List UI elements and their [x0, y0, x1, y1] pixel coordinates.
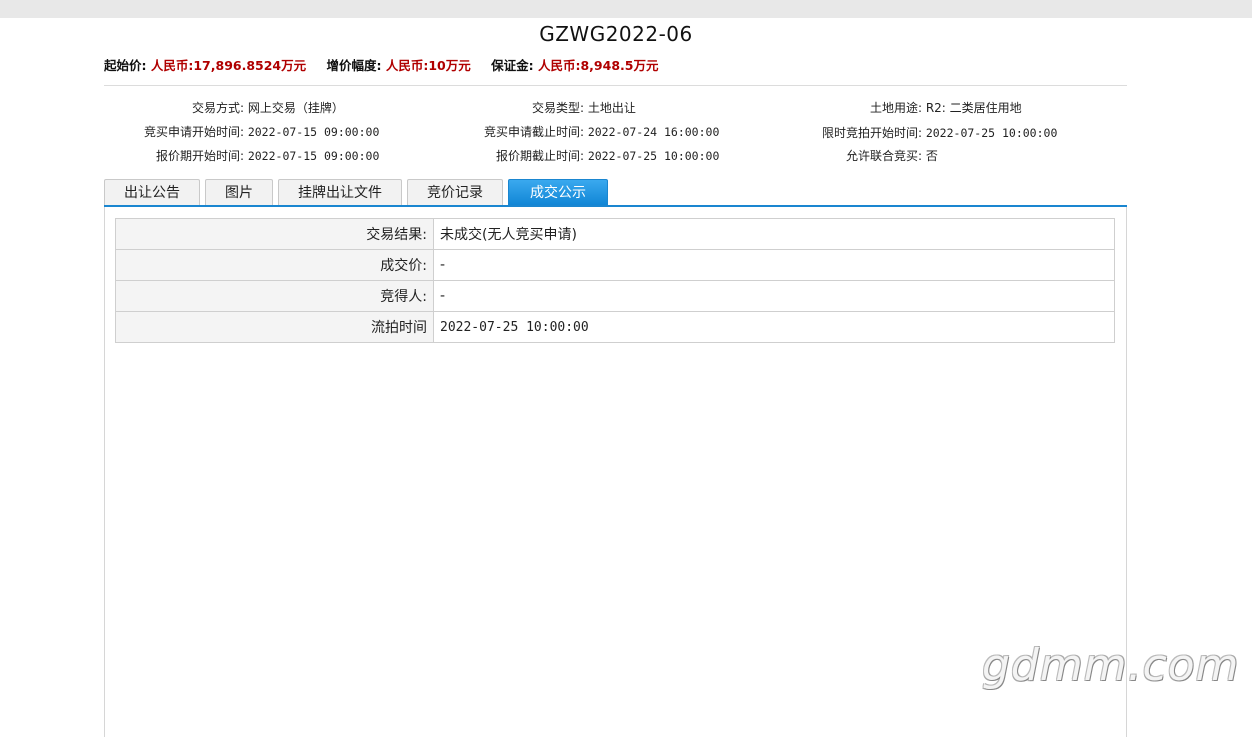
info-quote-start: 报价期开始时间: 2022-07-15 09:00:00: [104, 147, 379, 164]
quote-end-value: 2022-07-25 10:00:00: [587, 149, 720, 163]
info-joint-bid: 允许联合竞买: 否: [782, 147, 938, 164]
quote-end-label: 报价期截止时间:: [495, 149, 584, 163]
deal-price-value: -: [433, 249, 1115, 281]
quote-start-value: 2022-07-15 09:00:00: [247, 149, 380, 163]
tab-bid-records[interactable]: 竞价记录: [407, 179, 503, 205]
info-trade-mode: 交易方式: 网上交易（挂牌）: [104, 99, 344, 116]
deposit-value: 人民币:8,948.5万元: [537, 58, 659, 73]
table-row: 竞得人: -: [115, 280, 1115, 312]
auction-start-label: 限时竞拍开始时间:: [821, 126, 922, 140]
price-summary: 起始价: 人民币:17,896.8524万元 增价幅度: 人民币:10万元 保证…: [104, 56, 674, 76]
winner-value: -: [433, 280, 1115, 312]
deposit-label: 保证金:: [491, 58, 534, 73]
failed-time-label: 流拍时间: [115, 311, 434, 343]
winner-label: 竞得人:: [115, 280, 434, 312]
result-table: 交易结果: 未成交(无人竞买申请) 成交价: - 竞得人: - 流拍时间 202…: [115, 218, 1115, 343]
failed-time-value: 2022-07-25 10:00:00: [440, 320, 589, 335]
top-strip: [0, 0, 1252, 18]
tab-listing-documents[interactable]: 挂牌出让文件: [278, 179, 402, 205]
start-price-label: 起始价:: [104, 58, 147, 73]
apply-end-label: 竞买申请截止时间:: [483, 125, 584, 139]
apply-start-label: 竞买申请开始时间:: [143, 125, 244, 139]
tab-deal-publicity[interactable]: 成交公示: [508, 179, 608, 205]
page-title: GZWG2022-06: [539, 22, 693, 46]
land-use-label: 土地用途:: [869, 101, 922, 115]
trade-mode-label: 交易方式:: [191, 101, 244, 115]
table-row: 流拍时间 2022-07-25 10:00:00: [115, 311, 1115, 343]
info-auction-start: 限时竞拍开始时间: 2022-07-25 10:00:00: [782, 124, 1057, 141]
info-land-use: 土地用途: R2: 二类居住用地: [782, 99, 1022, 116]
trade-mode-value: 网上交易（挂牌）: [247, 101, 344, 115]
land-use-value: R2: 二类居住用地: [925, 101, 1022, 115]
tab-announcement[interactable]: 出让公告: [104, 179, 200, 205]
trade-type-label: 交易类型:: [531, 101, 584, 115]
increment-value: 人民币:10万元: [385, 58, 471, 73]
tab-images[interactable]: 图片: [205, 179, 273, 205]
joint-bid-label: 允许联合竞买:: [845, 149, 922, 163]
info-quote-end: 报价期截止时间: 2022-07-25 10:00:00: [444, 147, 719, 164]
apply-start-value: 2022-07-15 09:00:00: [247, 125, 380, 139]
info-apply-end: 竞买申请截止时间: 2022-07-24 16:00:00: [444, 123, 719, 140]
info-trade-type: 交易类型: 土地出让: [444, 99, 636, 116]
deal-price-label: 成交价:: [115, 249, 434, 281]
table-row: 成交价: -: [115, 249, 1115, 281]
result-value: 未成交(无人竞买申请): [433, 218, 1115, 250]
watermark: gdmm.com: [982, 640, 1240, 691]
increment-label: 增价幅度:: [326, 58, 382, 73]
apply-end-value: 2022-07-24 16:00:00: [587, 125, 720, 139]
divider: [104, 85, 1127, 86]
start-price-value: 人民币:17,896.8524万元: [150, 58, 307, 73]
result-label: 交易结果:: [115, 218, 434, 250]
info-apply-start: 竞买申请开始时间: 2022-07-15 09:00:00: [104, 123, 379, 140]
trade-type-value: 土地出让: [587, 101, 636, 115]
auction-start-value: 2022-07-25 10:00:00: [925, 126, 1058, 140]
table-row: 交易结果: 未成交(无人竞买申请): [115, 218, 1115, 250]
quote-start-label: 报价期开始时间:: [155, 149, 244, 163]
joint-bid-value: 否: [925, 149, 938, 163]
